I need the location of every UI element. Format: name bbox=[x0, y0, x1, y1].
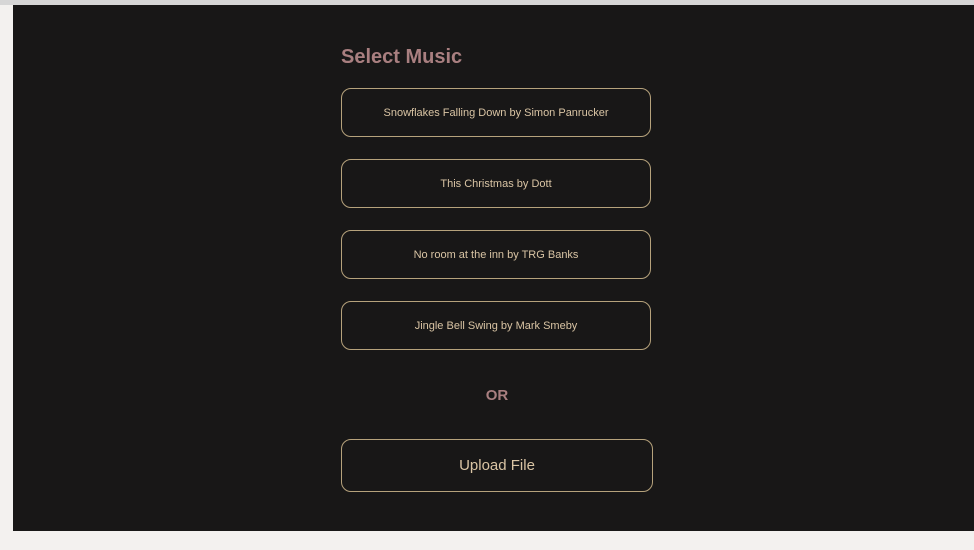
track-button-jingle-bell-swing[interactable]: Jingle Bell Swing by Mark Smeby bbox=[341, 301, 651, 350]
track-button-snowflakes-falling-down[interactable]: Snowflakes Falling Down by Simon Panruck… bbox=[341, 88, 651, 137]
track-button-this-christmas[interactable]: This Christmas by Dott bbox=[341, 159, 651, 208]
music-select-panel: Select Music Snowflakes Falling Down by … bbox=[13, 5, 974, 531]
upload-file-button[interactable]: Upload File bbox=[341, 439, 653, 492]
select-music-title: Select Music bbox=[341, 46, 463, 68]
track-button-no-room-at-the-inn[interactable]: No room at the inn by TRG Banks bbox=[341, 230, 651, 279]
page-frame: Select Music Snowflakes Falling Down by … bbox=[0, 0, 974, 550]
or-divider: OR bbox=[485, 387, 509, 404]
